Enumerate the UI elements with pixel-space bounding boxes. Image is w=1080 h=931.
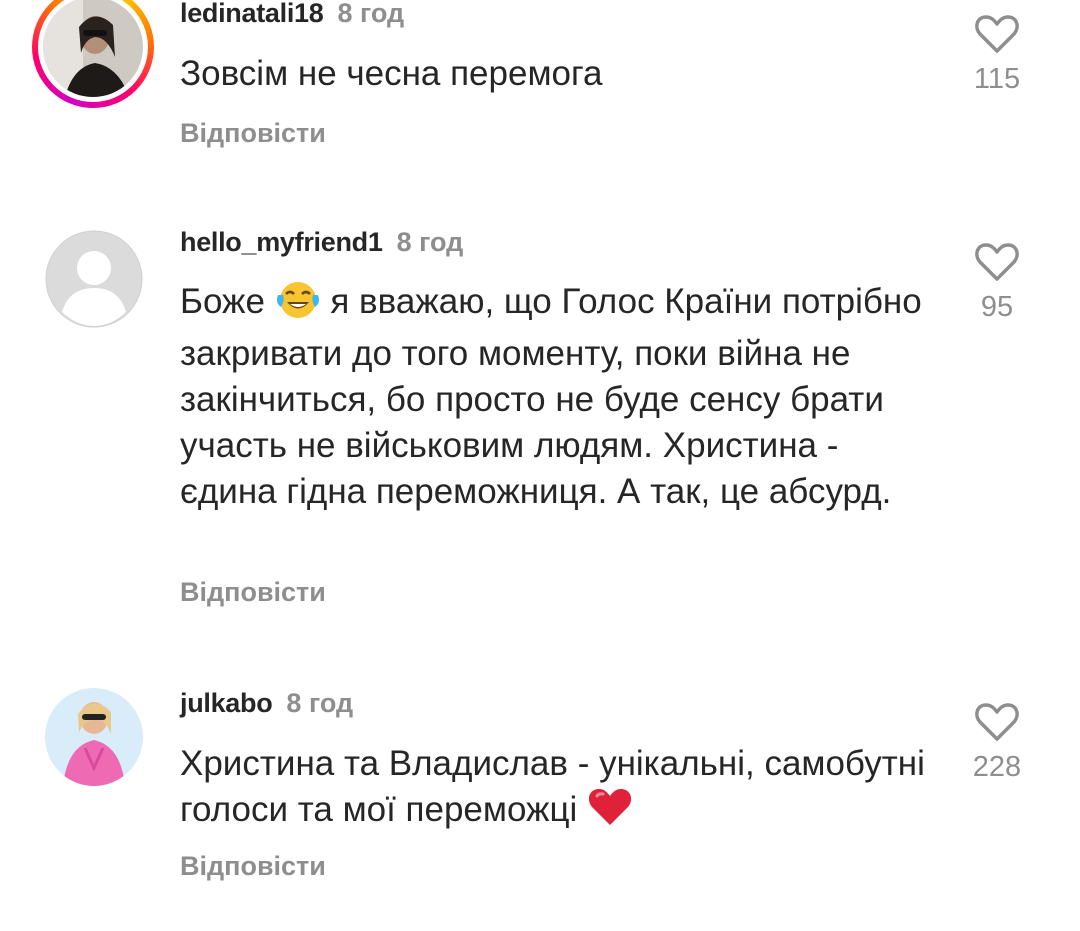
like-section: 95 <box>942 242 1052 324</box>
comment-time: 8 год <box>337 0 405 28</box>
reply-button[interactable]: Відповісти <box>180 117 326 149</box>
comment-item: julkabo 8 год Христина та Владислав - уні… <box>0 680 1080 920</box>
username[interactable]: ledinatali18 <box>180 0 324 28</box>
username[interactable]: julkabo <box>180 688 273 718</box>
avatar[interactable] <box>43 0 143 97</box>
red-heart-emoji <box>587 787 633 839</box>
default-user-icon <box>45 230 143 328</box>
avatar[interactable] <box>45 230 143 328</box>
comment-text: Христина та Владислав - унікальні, самоб… <box>180 741 940 839</box>
heart-icon[interactable] <box>975 14 1019 54</box>
reply-button[interactable]: Відповісти <box>180 850 326 882</box>
avatar[interactable] <box>45 688 143 786</box>
tears-of-joy-emoji <box>275 279 321 331</box>
comment-text-part: Христина та Владислав - унікальні, самоб… <box>180 744 925 829</box>
portrait-photo-icon <box>43 0 143 97</box>
like-count: 115 <box>973 63 1021 95</box>
comment-time: 8 год <box>286 688 354 718</box>
like-count: 228 <box>972 751 1022 783</box>
like-section: 115 <box>942 14 1052 96</box>
comment-time: 8 год <box>396 227 464 257</box>
username[interactable]: hello_myfriend1 <box>180 227 383 257</box>
heart-icon[interactable] <box>975 702 1019 742</box>
comment-item: hello_myfriend1 8 год Боже я вважаю, що Г… <box>0 220 1080 640</box>
like-count: 95 <box>980 291 1014 323</box>
like-section: 228 <box>942 702 1052 784</box>
comment-text: Боже я вважаю, що Голос Країни потрібно … <box>180 279 940 515</box>
portrait-photo-icon <box>45 688 143 786</box>
comment-item: ledinatali18 8 год Зовсім не чесна перемо… <box>0 0 1080 180</box>
comment-text-part: Боже <box>180 282 275 321</box>
heart-icon[interactable] <box>975 242 1019 282</box>
reply-button[interactable]: Відповісти <box>180 576 326 608</box>
avatar-story-ring[interactable] <box>32 0 154 108</box>
comment-text: Зовсім не чесна перемога <box>180 54 603 93</box>
